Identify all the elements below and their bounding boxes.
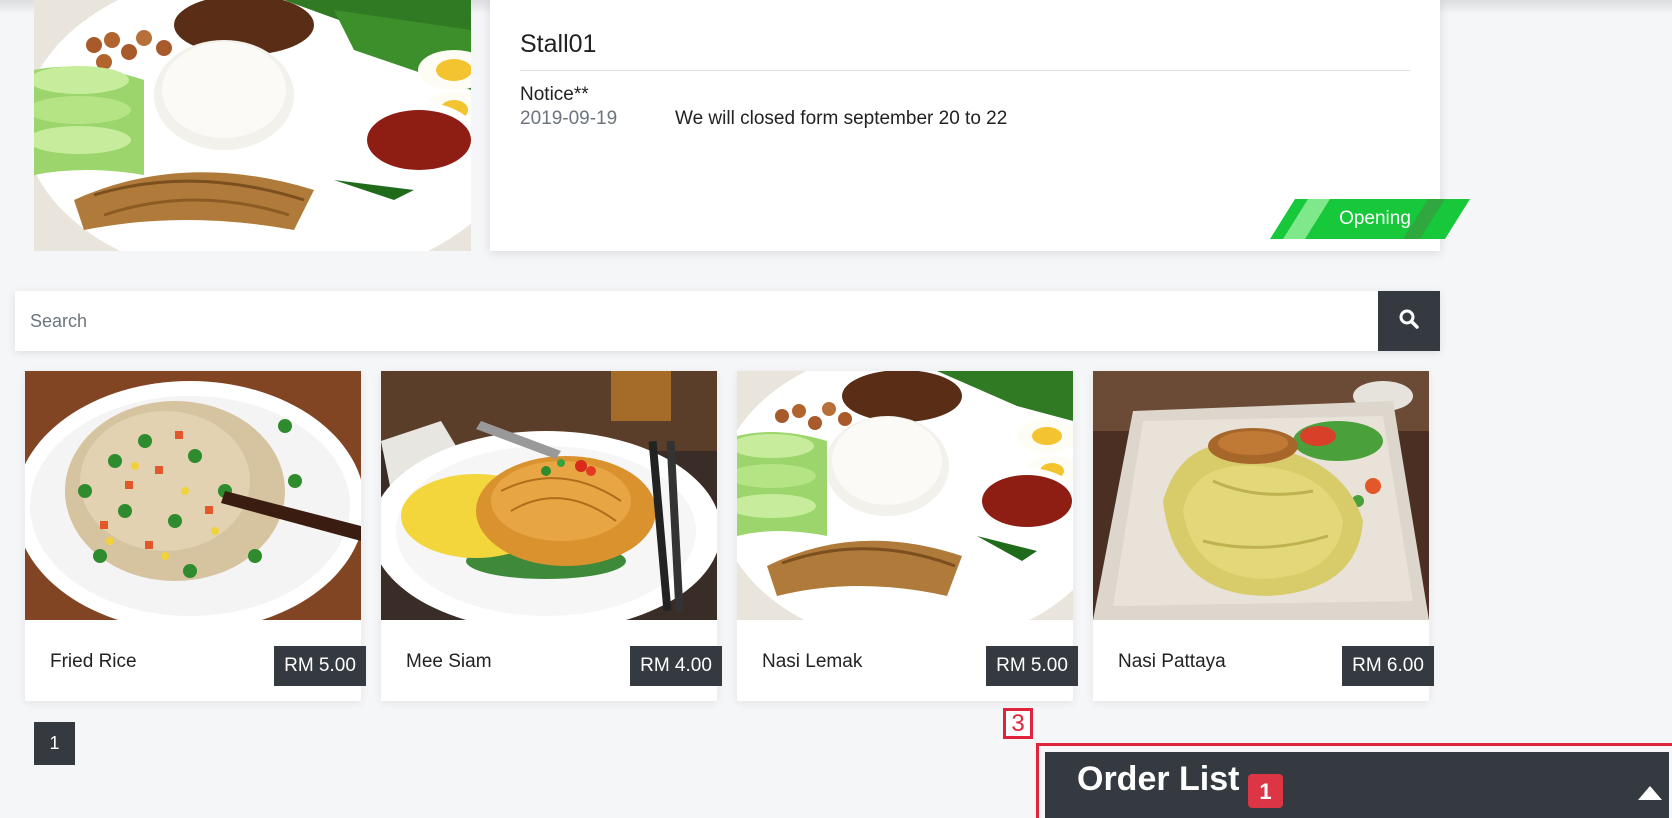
search-input[interactable] <box>15 291 1377 351</box>
search-icon <box>1399 309 1419 334</box>
food-price: RM 5.00 <box>274 646 366 686</box>
food-image <box>381 371 717 620</box>
notice-text: We will closed form september 20 to 22 <box>675 108 1008 129</box>
food-image <box>1093 371 1429 620</box>
order-list-highlight: Order List 1 <box>1036 743 1672 818</box>
food-price: RM 6.00 <box>1342 646 1434 686</box>
menu-item-card[interactable]: Nasi Lemak RM 5.00 <box>737 371 1078 701</box>
food-name: Nasi Pattaya <box>1118 651 1226 672</box>
caret-up-icon[interactable] <box>1638 786 1662 805</box>
pagination-page-button[interactable]: 1 <box>34 722 75 765</box>
stall-divider <box>520 70 1410 71</box>
food-name: Mee Siam <box>406 651 492 672</box>
food-name: Fried Rice <box>50 651 137 672</box>
menu-item-card[interactable]: Nasi Pattaya RM 6.00 <box>1093 371 1434 701</box>
order-count-badge: 1 <box>1248 774 1283 808</box>
food-image <box>737 371 1073 620</box>
order-list-bar[interactable]: Order List 1 <box>1045 752 1669 818</box>
menu-item-card[interactable]: Mee Siam RM 4.00 <box>381 371 722 701</box>
food-name: Nasi Lemak <box>762 651 863 672</box>
status-label: Opening <box>1339 208 1411 229</box>
annotation-marker: 3 <box>1003 708 1033 739</box>
status-badge: Opening <box>1270 199 1470 239</box>
food-image <box>25 371 361 620</box>
stall-name: Stall01 <box>520 30 597 58</box>
stall-info-card: Stall01 Notice** 2019-09-19 We will clos… <box>490 0 1470 251</box>
menu-item-card[interactable]: Fried Rice RM 5.00 <box>25 371 366 701</box>
search-bar <box>15 291 1440 351</box>
food-price: RM 5.00 <box>986 646 1078 686</box>
order-list-title: Order List <box>1077 760 1240 798</box>
search-button[interactable] <box>1378 291 1440 351</box>
food-price: RM 4.00 <box>630 646 722 686</box>
stall-image <box>34 0 471 251</box>
notice-title: Notice** <box>520 84 589 105</box>
notice-date: 2019-09-19 <box>520 108 618 129</box>
